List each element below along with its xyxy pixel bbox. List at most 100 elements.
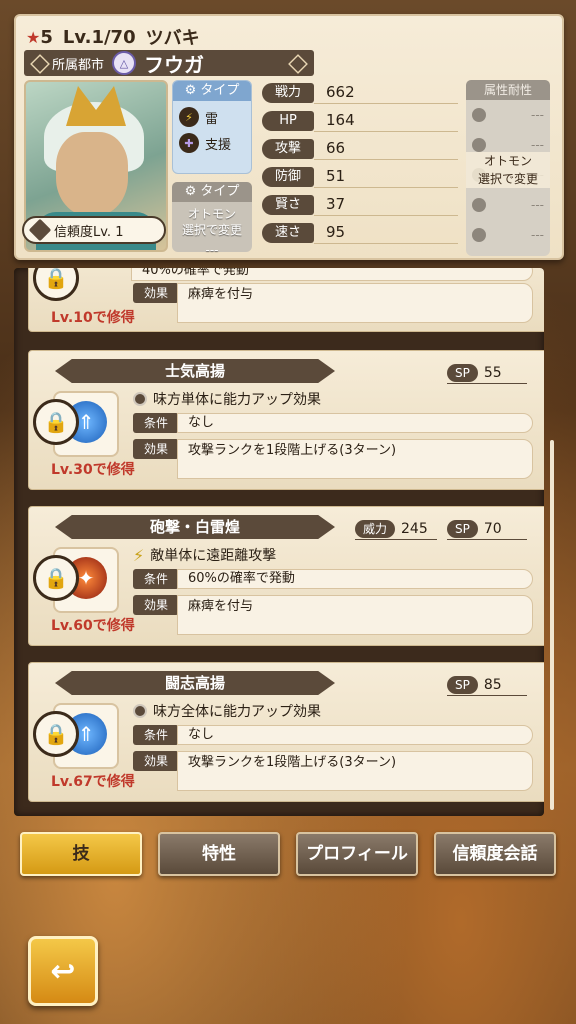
effect-text: 麻痺を付与 [177, 595, 533, 635]
learn-level: Lv.10で修得 [51, 310, 135, 326]
thunder-icon: ⚡ [133, 545, 145, 565]
tab-trust-talk[interactable]: 信頼度会話 [434, 832, 556, 876]
detail-tabs: 技 特性 プロフィール 信頼度会話 [20, 832, 556, 876]
type-label: タイプ [200, 83, 240, 98]
type-icon: ⚙ [184, 83, 197, 98]
resistance-overlay-note: オトモン 選択で変更 [466, 152, 550, 188]
effect-row: 効果 攻撃ランクを1段階上げる(3ターン) [133, 751, 533, 791]
stat-label: 防御 [262, 166, 314, 187]
effect-text: 攻撃ランクを1段階上げる(3ターン) [177, 439, 533, 479]
stat-value: 66 [314, 137, 458, 160]
skill-list[interactable]: 🔒 40%の確率で発動 効果 麻痺を付与 Lv.10で修得 士気高揚 SP 55 … [14, 268, 544, 816]
lock-icon: 🔒 [33, 711, 79, 757]
header-topline: ★5 Lv.1/70 ツバキ [26, 24, 200, 50]
back-arrow-icon: ↩ [50, 953, 76, 989]
condition-text: なし [177, 725, 533, 745]
condition-label: 条件 [133, 569, 179, 589]
trust-icon [28, 218, 52, 242]
sp-label: SP [447, 676, 478, 694]
skill-name: 士気高揚 [55, 359, 335, 383]
condition-label: 条件 [133, 725, 179, 745]
stat-label: 賢さ [262, 194, 314, 215]
lock-icon: 🔒 [33, 268, 79, 301]
learn-level: Lv.30で修得 [51, 462, 135, 478]
condition-row: 40%の確率で発動 [131, 268, 533, 281]
resist-value: --- [531, 138, 544, 152]
stat-hp: HP 164 [262, 108, 458, 133]
trust-level-label: 信頼度Lv. 1 [54, 224, 124, 240]
lock-icon: 🔒 [33, 555, 79, 601]
support-icon [133, 392, 147, 406]
otomon-type-dash: --- [205, 243, 219, 257]
skill-description: 味方単体に能力アップ効果 [133, 389, 321, 409]
effect-text: 麻痺を付与 [177, 283, 533, 323]
role-row: ✚ 支援 [173, 127, 251, 153]
skill-card[interactable]: 士気高揚 SP 55 ⇑ 🔒 味方単体に能力アップ効果 条件 なし 効果 攻撃ラン… [28, 350, 544, 490]
condition-row: 条件 なし [133, 413, 533, 433]
support-icon: ✚ [179, 133, 199, 153]
condition-label: 条件 [133, 413, 179, 433]
monster-name: ツバキ [145, 28, 200, 49]
tab-traits[interactable]: 特性 [158, 832, 280, 876]
back-button[interactable]: ↩ [28, 936, 98, 1006]
resist-value: --- [531, 108, 544, 122]
resist-row: --- [466, 100, 550, 130]
role-value: 支援 [205, 137, 232, 153]
sp-value: 70 [483, 521, 502, 537]
city-crest-icon: △ [112, 51, 137, 75]
stats-panel: 戦力 662 HP 164 攻撃 66 防御 51 賢さ 37 速さ 95 [262, 80, 458, 248]
condition-text: なし [177, 413, 533, 433]
effect-row: 効果 麻痺を付与 [133, 283, 533, 323]
otomon-type-box: ⚙ タイプ オトモン 選択で変更 --- [172, 182, 252, 257]
sp-label: SP [447, 520, 478, 538]
otomon-type-label: タイプ [200, 184, 240, 199]
power-label: 威力 [355, 520, 396, 538]
portrait-face [56, 132, 128, 216]
skill-card[interactable]: 砲撃・白雷煌 威力 245 SP 70 ✦ 🔒 ⚡ 敵単体に遠距離攻撃 条件 60%の… [28, 506, 544, 646]
element-value: 雷 [205, 111, 219, 127]
learn-level: Lv.67で修得 [51, 774, 135, 790]
star-icon: ★ [26, 27, 41, 47]
diamond-ornament-icon [288, 54, 308, 74]
stat-value: 51 [314, 165, 458, 188]
resist-value: --- [531, 228, 544, 242]
support-icon [133, 704, 147, 718]
lock-icon: 🔒 [33, 399, 79, 445]
list-scrollbar[interactable] [550, 440, 554, 810]
diamond-ornament-icon [30, 54, 50, 74]
effect-row: 効果 麻痺を付与 [133, 595, 533, 635]
tab-profile[interactable]: プロフィール [296, 832, 418, 876]
effect-label: 効果 [133, 595, 179, 615]
condition-text: 60%の確率で発動 [177, 569, 533, 589]
desc-text: 味方全体に能力アップ効果 [153, 704, 321, 720]
rarity: ★5 [26, 27, 53, 48]
rarity-value: 5 [40, 26, 53, 48]
stat-attack: 攻撃 66 [262, 136, 458, 161]
resist-value: --- [531, 198, 544, 212]
skill-card[interactable]: 🔒 40%の確率で発動 効果 麻痺を付与 Lv.10で修得 [28, 268, 544, 332]
sp-value: 55 [483, 365, 502, 381]
resistance-header: 属性耐性 [466, 80, 550, 100]
rider-name: フウガ [144, 52, 205, 77]
resist-row: --- [466, 190, 550, 220]
ice-icon [472, 198, 486, 212]
skill-name: 闘志高揚 [55, 671, 335, 695]
stat-wisdom: 賢さ 37 [262, 192, 458, 217]
skill-description: 味方全体に能力アップ効果 [133, 701, 321, 721]
sp-value: 85 [483, 677, 502, 693]
dragon-icon [472, 228, 486, 242]
stat-value: 662 [314, 81, 458, 104]
effect-row: 効果 攻撃ランクを1段階上げる(3ターン) [133, 439, 533, 479]
skill-card[interactable]: 闘志高揚 SP 85 ⇑ 🔒 味方全体に能力アップ効果 条件 なし 効果 攻撃ラン… [28, 662, 544, 802]
sp-cost: SP 70 [447, 519, 527, 540]
stat-value: 37 [314, 193, 458, 216]
effect-text: 攻撃ランクを1段階上げる(3ターン) [177, 751, 533, 791]
power-value-pill: 威力 245 [355, 519, 437, 540]
sp-cost: SP 55 [447, 363, 527, 384]
tab-skills[interactable]: 技 [20, 832, 142, 876]
desc-text: 味方単体に能力アップ効果 [153, 392, 321, 408]
stat-label: 攻撃 [262, 138, 314, 159]
condition-row: 条件 60%の確率で発動 [133, 569, 533, 589]
trust-level-badge[interactable]: 信頼度Lv. 1 [22, 216, 166, 244]
stat-speed: 速さ 95 [262, 220, 458, 245]
